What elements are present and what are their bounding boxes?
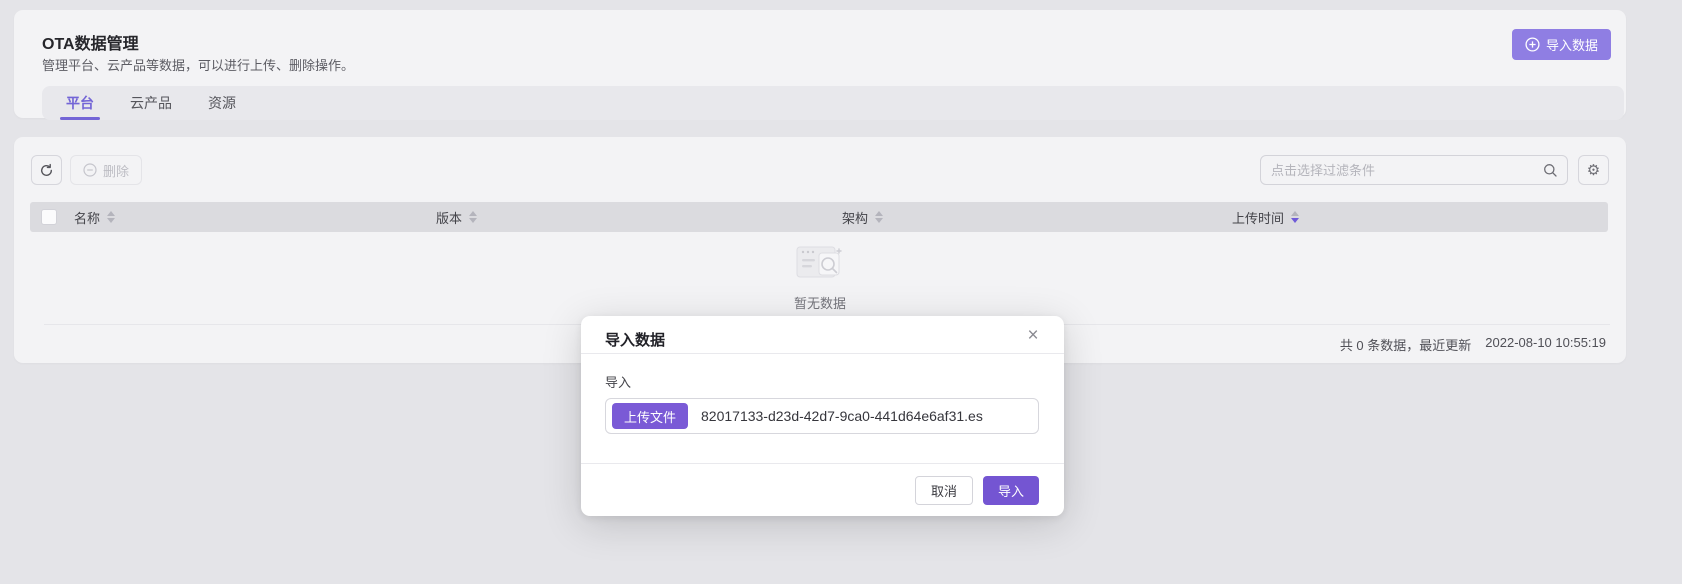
gear-icon: ⚙ [1587,161,1600,179]
column-header-version-label: 版本 [436,208,462,227]
tab-bar: 平台 云产品 资源 [42,86,1624,120]
upload-file-button[interactable]: 上传文件 [612,403,688,429]
cancel-button[interactable]: 取消 [915,476,973,505]
select-all-cell [30,209,74,225]
filter-search-input[interactable] [1261,163,1543,178]
import-data-modal: 导入数据 × 导入 上传文件 82017133-d23d-42d7-9ca0-4… [581,316,1064,516]
modal-footer-divider [581,463,1064,464]
tab-platform-label: 平台 [66,93,94,113]
delete-button-label: 删除 [103,161,129,180]
sort-icon-version[interactable] [469,211,477,223]
column-header-upload-time-label: 上传时间 [1232,208,1284,227]
page-header-card: OTA数据管理 管理平台、云产品等数据，可以进行上传、删除操作。 导入数据 平台… [14,10,1626,118]
sort-icon-upload-time[interactable] [1291,211,1299,223]
tab-resource-label: 资源 [208,93,236,113]
modal-header-divider [581,353,1064,354]
empty-state-text: 暂无数据 [794,293,846,312]
filter-search-box [1260,155,1568,185]
upload-file-field: 上传文件 82017133-d23d-42d7-9ca0-441d64e6af3… [605,398,1039,434]
refresh-button[interactable] [31,155,62,185]
select-all-checkbox[interactable] [41,209,57,225]
last-updated-timestamp: 2022-08-10 10:55:19 [1485,335,1606,354]
close-icon: × [1027,325,1038,346]
column-header-name[interactable]: 名称 [74,208,436,227]
refresh-icon [39,163,54,178]
modal-close-button[interactable]: × [1020,323,1046,349]
empty-state: 暂无数据 [14,245,1626,312]
tab-cloud-product-label: 云产品 [130,93,172,113]
column-header-arch-label: 架构 [842,208,868,227]
delete-button[interactable]: 删除 [70,155,142,185]
confirm-import-button[interactable]: 导入 [983,476,1039,505]
search-icon[interactable] [1543,163,1558,178]
sort-icon-name[interactable] [107,211,115,223]
uploaded-file-name: 82017133-d23d-42d7-9ca0-441d64e6af31.es [701,408,983,424]
column-header-arch[interactable]: 架构 [842,208,1232,227]
result-summary: 共 0 条数据，最近更新 2022-08-10 10:55:19 [1340,335,1606,354]
tab-platform[interactable]: 平台 [48,86,112,120]
result-count-text: 共 0 条数据，最近更新 [1340,335,1471,354]
sort-icon-arch[interactable] [875,211,883,223]
minus-circle-icon [83,163,97,177]
plus-circle-icon [1525,37,1540,52]
column-header-version[interactable]: 版本 [436,208,842,227]
page-subtitle: 管理平台、云产品等数据，可以进行上传、删除操作。 [42,55,354,74]
import-data-button-label: 导入数据 [1546,35,1598,54]
column-header-name-label: 名称 [74,208,100,227]
page-title: OTA数据管理 [42,30,139,54]
table-header-row: 名称 版本 架构 上传时间 [30,202,1608,232]
modal-actions: 取消 导入 [915,476,1039,505]
empty-state-icon [792,245,848,287]
ota-data-management-page: OTA数据管理 管理平台、云产品等数据，可以进行上传、删除操作。 导入数据 平台… [0,0,1682,584]
column-header-upload-time[interactable]: 上传时间 [1232,208,1608,227]
modal-title: 导入数据 [605,329,665,350]
tab-cloud-product[interactable]: 云产品 [112,86,190,120]
column-settings-button[interactable]: ⚙ [1578,155,1609,185]
tab-resource[interactable]: 资源 [190,86,254,120]
import-field-label: 导入 [605,372,631,391]
import-data-button[interactable]: 导入数据 [1512,29,1611,60]
